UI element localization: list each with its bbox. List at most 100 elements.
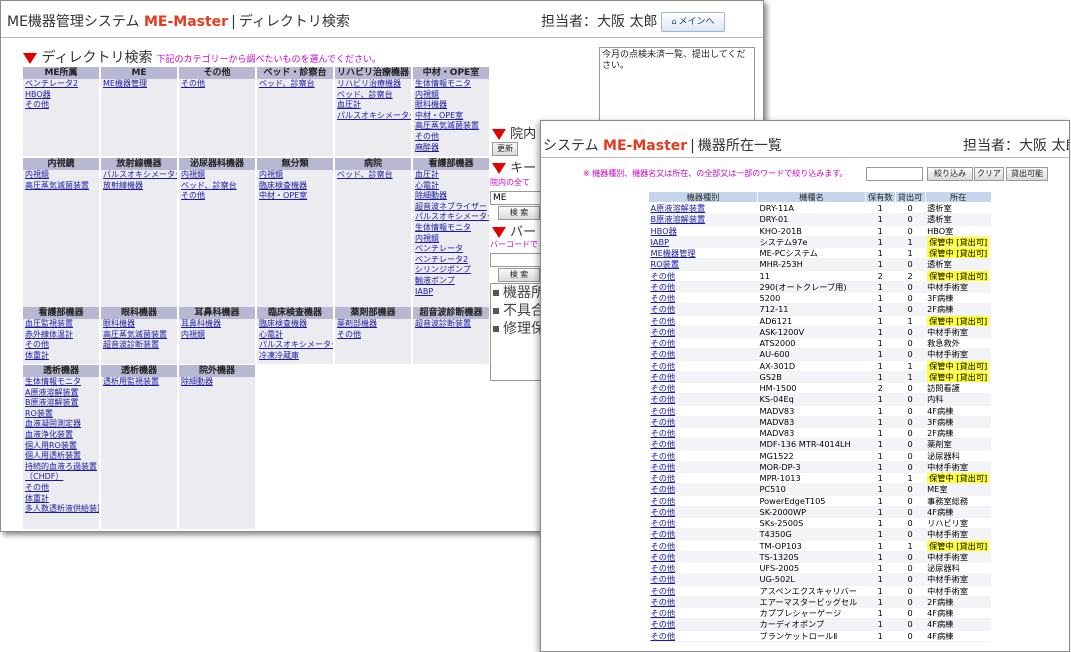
- equipment-type-link[interactable]: その他: [648, 303, 758, 316]
- category-link[interactable]: 超音波診断装置: [413, 319, 489, 330]
- update-button[interactable]: 更新: [492, 142, 518, 156]
- barcode-search-button[interactable]: 検 索: [498, 268, 540, 282]
- category-link[interactable]: その他: [335, 330, 411, 341]
- category-link[interactable]: パルスオキシメーター: [413, 212, 489, 223]
- category-link[interactable]: その他: [23, 340, 99, 351]
- equipment-type-link[interactable]: その他: [648, 438, 758, 451]
- category-link[interactable]: 除細動器: [179, 377, 255, 388]
- equipment-type-link[interactable]: その他: [648, 540, 758, 552]
- equipment-type-link[interactable]: その他: [648, 483, 758, 496]
- equipment-type-link[interactable]: ME機器管理: [648, 247, 758, 260]
- category-link[interactable]: 臨床検査機器: [257, 319, 333, 330]
- category-link[interactable]: 放射線機器: [101, 181, 177, 192]
- category-link[interactable]: 高圧蒸気滅菌装置: [413, 121, 489, 132]
- category-link[interactable]: シリンジポンプ: [413, 265, 489, 276]
- category-link[interactable]: 耳鼻科機器: [179, 319, 255, 330]
- equipment-type-link[interactable]: その他: [648, 315, 758, 327]
- equipment-type-link[interactable]: その他: [648, 326, 758, 339]
- equipment-type-link[interactable]: その他: [648, 371, 758, 384]
- category-link[interactable]: 内視鏡: [413, 234, 489, 245]
- equipment-type-link[interactable]: その他: [648, 607, 758, 620]
- column-header[interactable]: 機器種別: [648, 191, 758, 203]
- category-link[interactable]: パルスオキシメーター: [335, 111, 411, 122]
- category-link[interactable]: RO装置: [23, 409, 99, 420]
- category-link[interactable]: 超音波ネブライザー: [413, 202, 489, 213]
- category-link[interactable]: 眼科機器: [101, 319, 177, 330]
- equipment-type-link[interactable]: その他: [648, 495, 758, 507]
- category-link[interactable]: 除細動器: [413, 191, 489, 202]
- equipment-type-link[interactable]: A原液溶解装置: [648, 202, 758, 215]
- category-link[interactable]: HBO器: [23, 90, 99, 101]
- equipment-type-link[interactable]: その他: [648, 348, 758, 361]
- equipment-type-link[interactable]: B原液溶解装置: [648, 213, 758, 226]
- category-link[interactable]: ME機器管理: [101, 79, 177, 90]
- equipment-type-link[interactable]: その他: [648, 461, 758, 474]
- column-header[interactable]: 保有数: [865, 191, 896, 203]
- category-link[interactable]: 体重計: [23, 494, 99, 505]
- equipment-type-link[interactable]: その他: [648, 528, 758, 541]
- category-link[interactable]: ベッド、診察台: [179, 181, 255, 192]
- category-link[interactable]: 輸液ポンプ: [413, 276, 489, 287]
- category-link[interactable]: 薬剤部機器: [335, 319, 411, 330]
- column-header[interactable]: 貸出可: [894, 191, 926, 203]
- equipment-type-link[interactable]: IABP: [648, 236, 758, 249]
- category-link[interactable]: 麻酔器: [413, 143, 489, 154]
- category-link[interactable]: ベンチレータ2: [413, 255, 489, 266]
- category-link[interactable]: 内視鏡: [23, 170, 99, 181]
- category-link[interactable]: 臨床検査機器: [257, 181, 333, 192]
- keyword-search-button[interactable]: 検 索: [498, 206, 540, 220]
- equipment-type-link[interactable]: その他: [648, 618, 758, 631]
- equipment-type-link[interactable]: RO装置: [648, 258, 758, 271]
- notice-textarea[interactable]: 今月の点検未済一覧、提出してください。: [599, 47, 755, 125]
- category-link[interactable]: B原液溶解装置: [23, 398, 99, 409]
- category-link[interactable]: 透析用監視装置: [101, 377, 177, 388]
- equipment-type-link[interactable]: その他: [648, 337, 758, 350]
- main-menu-button[interactable]: ⌂ メインへ: [661, 12, 725, 32]
- category-link[interactable]: リハビリ治療機器: [335, 79, 411, 90]
- category-link[interactable]: 血圧計: [335, 100, 411, 111]
- category-link[interactable]: ベッド、診察台: [335, 90, 411, 101]
- category-link[interactable]: 心電計: [257, 330, 333, 341]
- category-link[interactable]: 個人用透析装置: [23, 451, 99, 462]
- category-link[interactable]: 中材・OPE室: [257, 191, 333, 202]
- category-link[interactable]: ベッド、診察台: [335, 170, 411, 181]
- equipment-type-link[interactable]: その他: [648, 416, 758, 429]
- equipment-type-link[interactable]: その他: [648, 472, 758, 485]
- available-button[interactable]: 貸出可能: [1006, 167, 1048, 181]
- equipment-type-link[interactable]: その他: [648, 405, 758, 417]
- category-link[interactable]: 血液凝固測定器: [23, 419, 99, 430]
- category-link[interactable]: （CHDF）: [23, 472, 99, 483]
- category-link[interactable]: パルスオキシメーター: [257, 340, 333, 351]
- category-link[interactable]: 生体情報モニタ: [413, 79, 489, 90]
- column-header[interactable]: 機種名: [757, 191, 866, 203]
- category-link[interactable]: 内視鏡: [413, 90, 489, 101]
- category-link[interactable]: 体重計: [23, 351, 99, 362]
- equipment-type-link[interactable]: その他: [648, 427, 758, 440]
- equipment-type-link[interactable]: HBO器: [648, 225, 758, 237]
- equipment-type-link[interactable]: その他: [648, 562, 758, 575]
- equipment-type-link[interactable]: その他: [648, 393, 758, 406]
- equipment-type-link[interactable]: その他: [648, 360, 758, 372]
- equipment-type-link[interactable]: その他: [648, 596, 758, 609]
- equipment-type-link[interactable]: その他: [648, 551, 758, 564]
- category-link[interactable]: その他: [23, 483, 99, 494]
- category-link[interactable]: その他: [23, 100, 99, 111]
- filter-button[interactable]: 絞り込み: [927, 167, 973, 181]
- category-link[interactable]: ベンチレータ: [413, 244, 489, 255]
- category-link[interactable]: ベッド、診察台: [257, 79, 333, 90]
- category-link[interactable]: その他: [179, 79, 255, 90]
- category-link[interactable]: その他: [413, 132, 489, 143]
- category-link[interactable]: 心電計: [413, 181, 489, 192]
- category-link[interactable]: 個人用RO装置: [23, 441, 99, 452]
- category-link[interactable]: 多人数透析液供給装置: [23, 504, 99, 515]
- category-link[interactable]: 眼科機器: [413, 100, 489, 111]
- equipment-type-link[interactable]: その他: [648, 585, 758, 597]
- category-link[interactable]: 生体情報モニタ: [23, 377, 99, 388]
- equipment-type-link[interactable]: その他: [648, 506, 758, 519]
- category-link[interactable]: パルスオキシメーター: [101, 170, 177, 181]
- equipment-type-link[interactable]: その他: [648, 292, 758, 305]
- category-link[interactable]: A原液溶解装置: [23, 388, 99, 399]
- category-link[interactable]: ベンチレータ2: [23, 79, 99, 90]
- column-header[interactable]: 所在: [924, 191, 992, 203]
- equipment-type-link[interactable]: その他: [648, 382, 758, 395]
